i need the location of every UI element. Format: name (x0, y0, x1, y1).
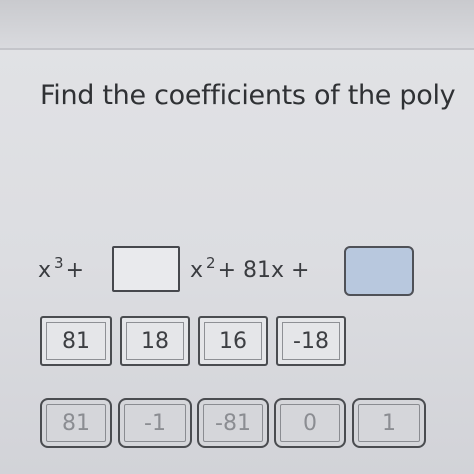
equation-exponent: 3 (54, 254, 64, 272)
constant-drop-zone[interactable] (344, 246, 414, 296)
question-text: Find the coefficients of the poly (40, 80, 456, 111)
equation-variable: x (190, 258, 204, 283)
answer-tile[interactable]: 0 (274, 398, 346, 448)
answer-tile[interactable]: 18 (120, 316, 190, 366)
equation-term-x2: x 2+ 81x + (190, 254, 310, 283)
screen: Find the coefficients of the poly x 3+ x2… (0, 0, 474, 474)
answer-tile[interactable]: 1 (352, 398, 426, 448)
answer-tile[interactable]: -1 (118, 398, 192, 448)
answer-tile[interactable]: 16 (198, 316, 268, 366)
equation-variable: x (38, 258, 52, 283)
top-bar (0, 0, 474, 50)
answer-tile[interactable]: 81 (40, 316, 112, 366)
answer-tile[interactable]: 81 (40, 398, 112, 448)
answer-tile[interactable]: -18 (276, 316, 346, 366)
equation-operator: + (65, 258, 85, 283)
answer-tile[interactable]: -81 (197, 398, 269, 448)
equation-rest: + 81x + (217, 258, 310, 283)
equation-term-x3: x 3+ (38, 254, 85, 283)
coefficient-drop-zone-x2[interactable] (112, 246, 180, 292)
equation-exponent: 2 (206, 254, 216, 272)
